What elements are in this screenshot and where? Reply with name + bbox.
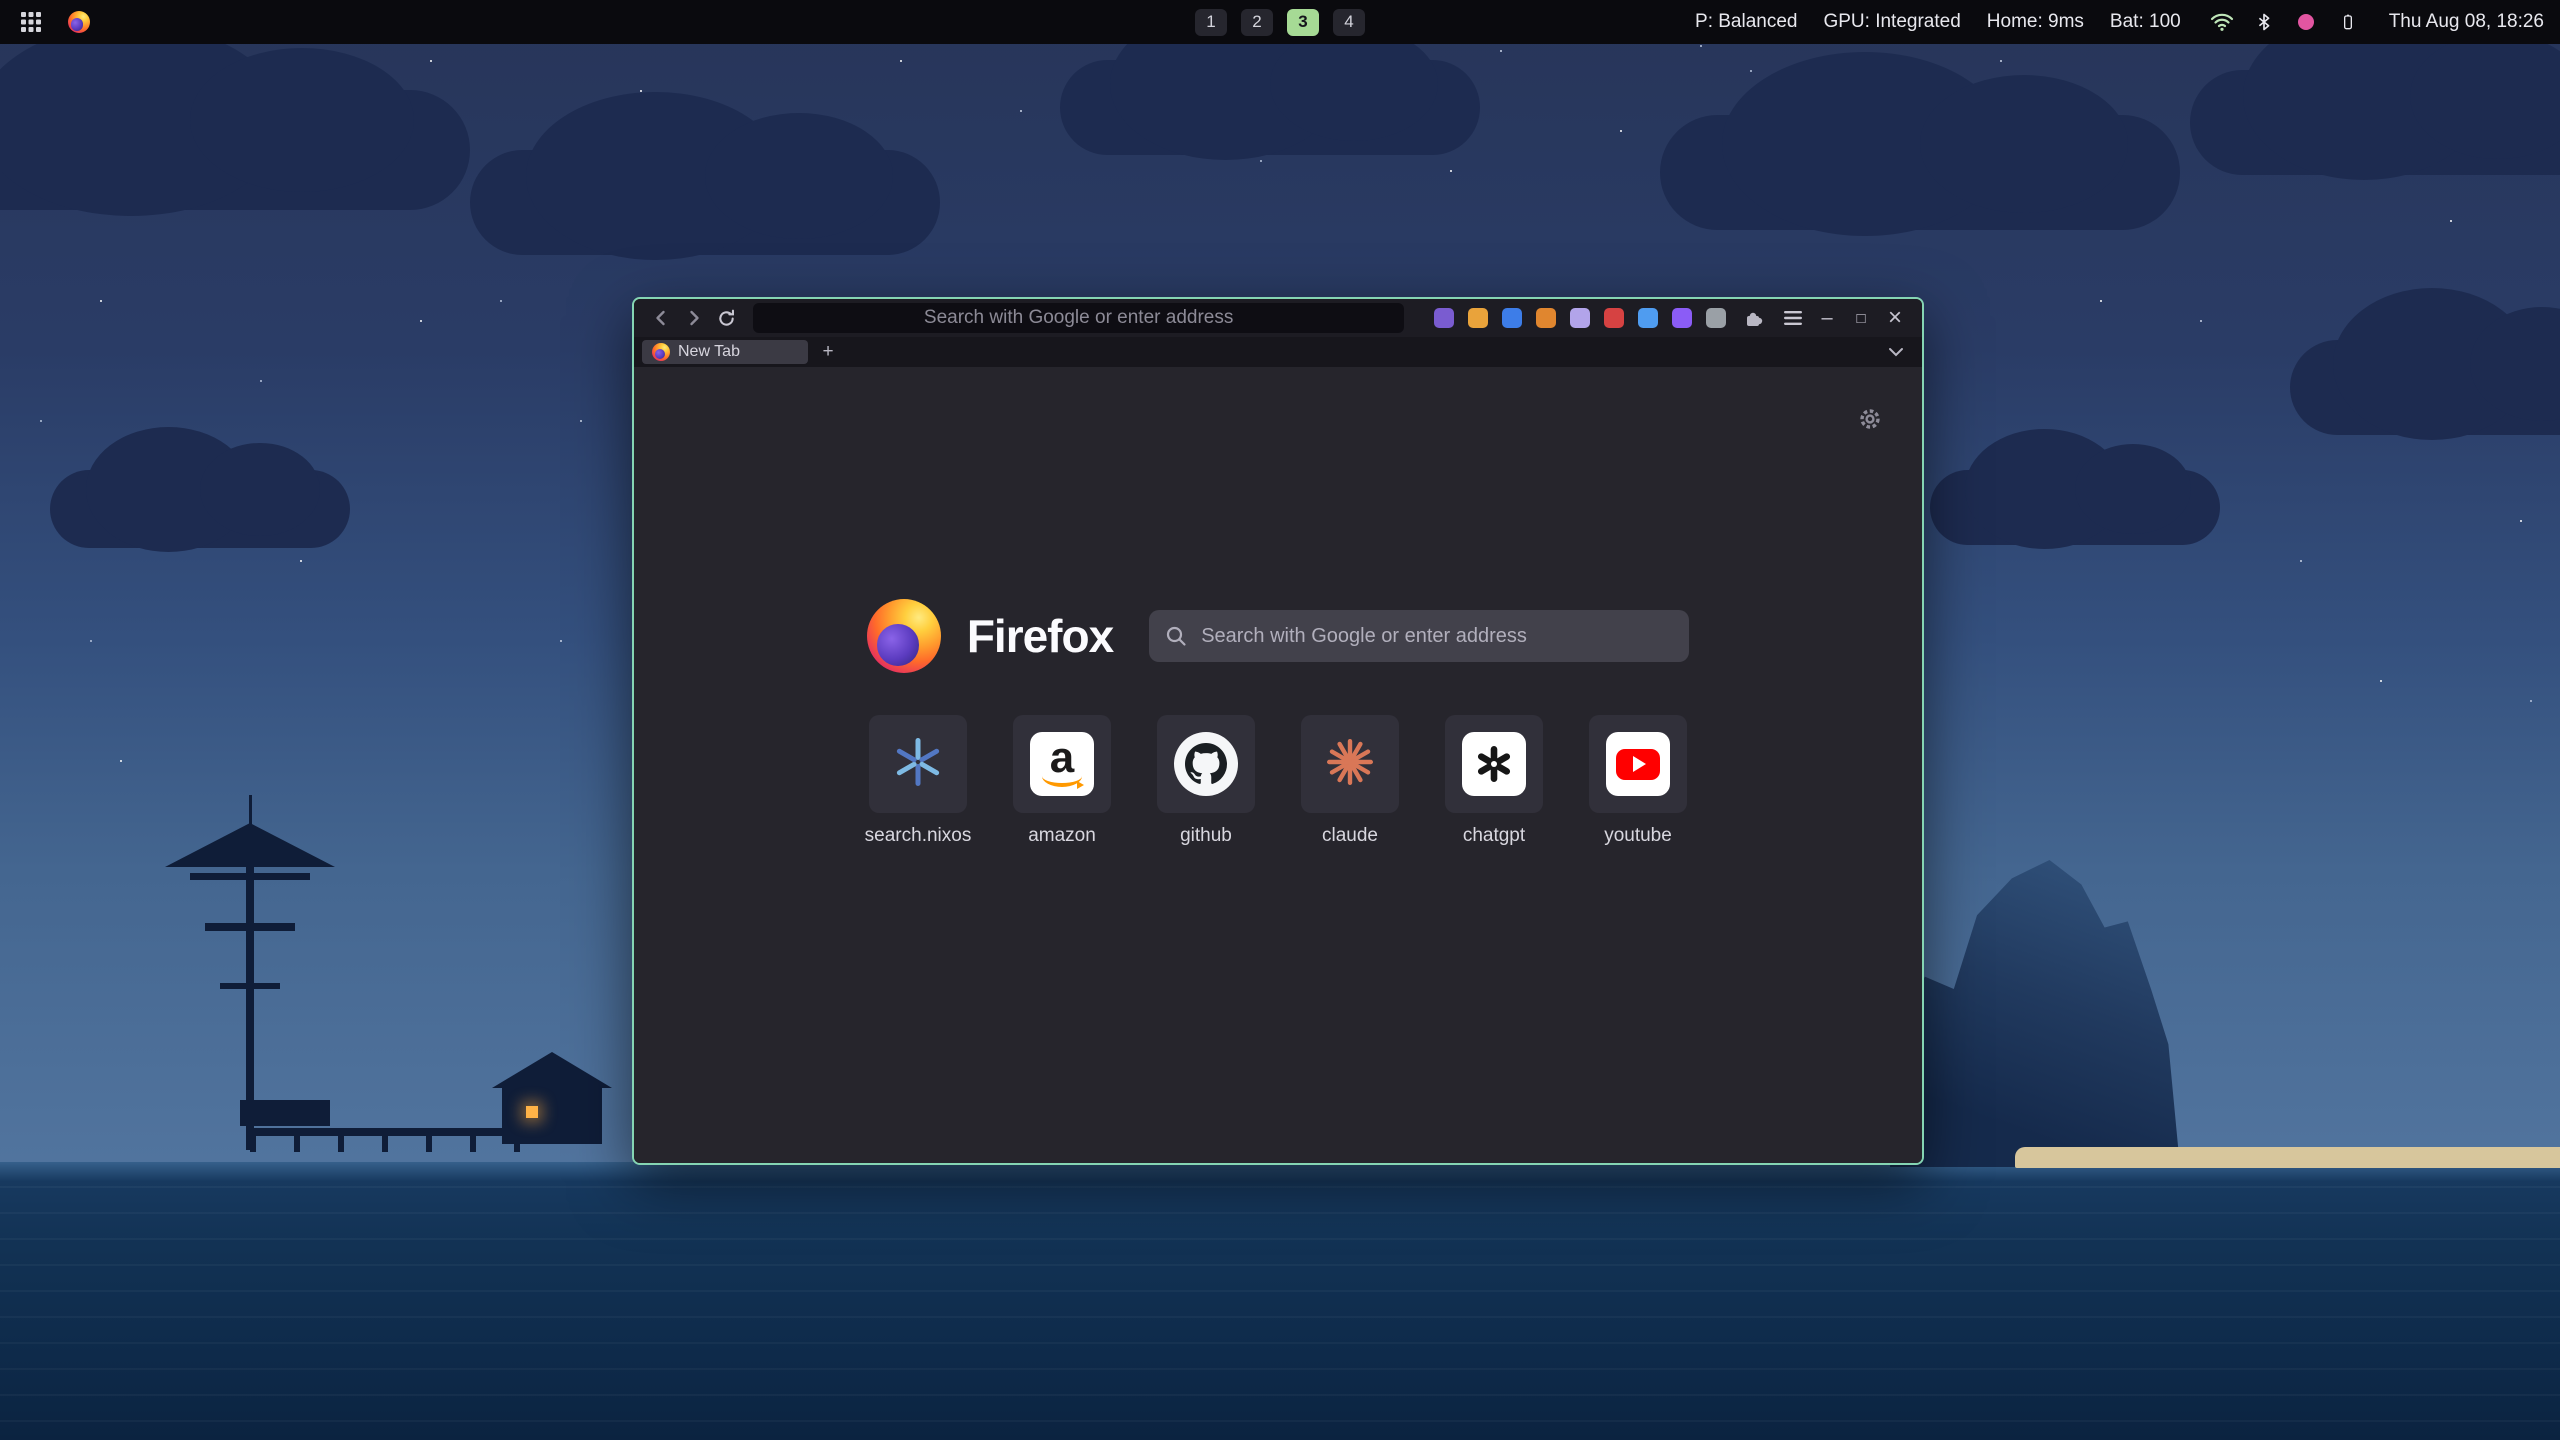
minimize-button[interactable]: – [1814, 305, 1840, 331]
shore-rocks [240, 1100, 330, 1126]
firefox-wordmark: Firefox [967, 609, 1113, 663]
youtube-icon [1606, 732, 1670, 796]
url-bar-input[interactable] [753, 303, 1404, 333]
cloud [1930, 470, 2220, 545]
shortcut-label: github [1180, 825, 1232, 847]
shortcut-youtube[interactable]: youtube [1589, 715, 1687, 847]
shortcut-search-nixos[interactable]: search.nixos [869, 715, 967, 847]
extension-violet-icon[interactable] [1434, 308, 1454, 328]
workspace-button-1[interactable]: 1 [1195, 9, 1227, 36]
indicator-pink-icon[interactable] [2291, 7, 2321, 37]
lit-window [526, 1106, 538, 1118]
cloud [1060, 60, 1480, 155]
chatgpt-icon [1462, 732, 1526, 796]
extension-red-icon[interactable] [1604, 308, 1624, 328]
extension-gray-icon[interactable] [1706, 308, 1726, 328]
github-icon [1174, 732, 1238, 796]
firefox-launcher-icon[interactable] [64, 7, 94, 37]
cloud [50, 470, 350, 548]
firefox-window: – □ × New Tab + [632, 297, 1924, 1165]
pier-silhouette [250, 1128, 520, 1136]
newtab-page: Firefox [634, 367, 1922, 1163]
clock[interactable]: Thu Aug 08, 18:26 [2389, 11, 2544, 33]
firefox-icon [68, 11, 90, 33]
newtab-hero: Firefox [867, 599, 1689, 673]
shortcut-amazon[interactable]: a amazon [1013, 715, 1111, 847]
top-status-bar: 1 2 3 4 P: Balanced GPU: Integrated Home… [0, 0, 2560, 44]
claude-icon [1325, 737, 1375, 792]
device-battery-icon[interactable] [2333, 7, 2363, 37]
newtab-search-input[interactable] [1149, 610, 1689, 662]
bluetooth-icon[interactable] [2249, 7, 2279, 37]
cloud [0, 90, 470, 210]
extension-purple-icon[interactable] [1672, 308, 1692, 328]
desktop: 1 2 3 4 P: Balanced GPU: Integrated Home… [0, 0, 2560, 1440]
firefox-favicon [652, 343, 670, 361]
wifi-icon[interactable] [2207, 7, 2237, 37]
shortcut-label: claude [1322, 825, 1378, 847]
tab-title: New Tab [678, 343, 740, 361]
shortcut-chatgpt[interactable]: chatgpt [1445, 715, 1543, 847]
sand-beach [2015, 1147, 2560, 1168]
maximize-button[interactable]: □ [1848, 305, 1874, 331]
search-icon [1165, 625, 1187, 652]
newtab-search [1149, 610, 1689, 662]
home-latency-status: Home: 9ms [1987, 11, 2084, 33]
cloud [2290, 340, 2560, 435]
extension-orange-icon[interactable] [1536, 308, 1556, 328]
close-button[interactable]: × [1882, 305, 1908, 331]
nixos-snowflake-icon [891, 735, 945, 794]
shortcut-label: youtube [1604, 825, 1672, 847]
workspace-switcher: 1 2 3 4 [1195, 9, 1365, 36]
shortcut-claude[interactable]: claude [1301, 715, 1399, 847]
window-controls: – □ × [1814, 305, 1908, 331]
extensions-puzzle-icon[interactable] [1740, 305, 1766, 331]
forward-button[interactable] [681, 305, 706, 331]
browser-toolbar: – □ × [634, 299, 1922, 337]
workspace-button-3[interactable]: 3 [1287, 9, 1319, 36]
cloud [2190, 70, 2560, 175]
tab-new-tab[interactable]: New Tab [642, 340, 808, 364]
extension-icons [1434, 305, 1806, 331]
extension-lavender-icon[interactable] [1570, 308, 1590, 328]
wallpaper-ocean [0, 1162, 2560, 1440]
tab-list-chevron-icon[interactable] [1884, 340, 1908, 364]
power-profile-status: P: Balanced [1695, 11, 1797, 33]
cloud [1660, 115, 2180, 230]
extension-amber-icon[interactable] [1468, 308, 1488, 328]
back-button[interactable] [648, 305, 673, 331]
watchtower-silhouette [150, 795, 350, 1150]
extension-skyblue-icon[interactable] [1638, 308, 1658, 328]
status-modules: P: Balanced GPU: Integrated Home: 9ms Ba… [1695, 7, 2544, 37]
new-tab-button[interactable]: + [816, 340, 840, 364]
amazon-icon: a [1030, 732, 1094, 796]
shortcut-tiles: search.nixos a amazon [869, 715, 1687, 847]
shortcut-github[interactable]: github [1157, 715, 1255, 847]
gpu-status: GPU: Integrated [1823, 11, 1960, 33]
personalize-gear-icon[interactable] [1858, 407, 1882, 436]
cloud [470, 150, 940, 255]
hut-silhouette [492, 1052, 612, 1144]
shortcut-label: amazon [1028, 825, 1096, 847]
workspace-button-4[interactable]: 4 [1333, 9, 1365, 36]
extension-blue-icon[interactable] [1502, 308, 1522, 328]
menu-hamburger-icon[interactable] [1780, 305, 1806, 331]
system-tray [2207, 7, 2363, 37]
workspace-button-2[interactable]: 2 [1241, 9, 1273, 36]
reload-button[interactable] [714, 305, 739, 331]
firefox-logo [867, 599, 941, 673]
apps-grid-icon[interactable] [16, 7, 46, 37]
shortcut-label: search.nixos [865, 825, 972, 847]
battery-status: Bat: 100 [2110, 11, 2181, 33]
shortcut-label: chatgpt [1463, 825, 1525, 847]
tab-bar: New Tab + [634, 337, 1922, 367]
